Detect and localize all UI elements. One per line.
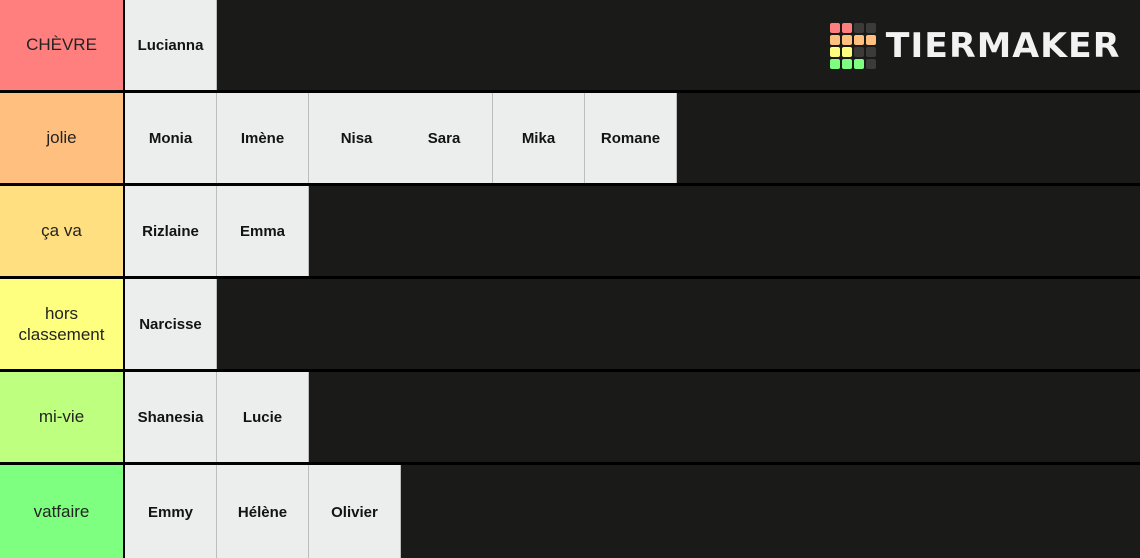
- tier-item-label: Nisa: [340, 129, 373, 147]
- logo-swatch-5: [841, 35, 852, 45]
- logo-swatch-12: [829, 59, 840, 69]
- logo-swatch-15: [865, 59, 876, 69]
- logo-swatch-8: [829, 47, 840, 57]
- tier-row-empty-area[interactable]: [401, 465, 1140, 558]
- logo-swatch-2: [853, 23, 864, 33]
- tier-items: Rizlaine Emma: [125, 186, 1140, 276]
- tier-row: vatfaire Emmy Hélène Olivier: [0, 465, 1140, 558]
- tier-items: Shanesia Lucie: [125, 372, 1140, 462]
- tiermaker-logo: TIERMAKER: [829, 18, 1121, 74]
- logo-swatch-4: [829, 35, 840, 45]
- tier-item[interactable]: Emma: [217, 186, 309, 276]
- tier-rows: CHÈVRE Lucianna jolie Monia Imène Nisa Sara Mik…: [0, 0, 1140, 558]
- logo-swatch-3: [865, 23, 876, 33]
- tier-row: hors classement Narcisse: [0, 279, 1140, 372]
- tier-item[interactable]: Imène: [217, 93, 309, 183]
- tier-item[interactable]: Romane: [585, 93, 677, 183]
- tier-item[interactable]: Narcisse: [125, 279, 217, 369]
- tier-item[interactable]: Lucianna: [125, 0, 217, 90]
- tier-item[interactable]: Lucie: [217, 372, 309, 462]
- tier-row: mi-vie Shanesia Lucie: [0, 372, 1140, 465]
- logo-swatch-14: [853, 59, 864, 69]
- tiermaker-logo-grid: [829, 23, 876, 69]
- tier-item[interactable]: Shanesia: [125, 372, 217, 462]
- tier-label[interactable]: jolie: [0, 93, 125, 183]
- tiermaker-wordmark: TIERMAKER: [885, 26, 1121, 66]
- tier-item[interactable]: Monia: [125, 93, 217, 183]
- logo-swatch-6: [853, 35, 864, 45]
- logo-swatch-7: [865, 35, 876, 45]
- tier-label[interactable]: CHÈVRE: [0, 0, 125, 90]
- tier-item[interactable]: Emmy: [125, 465, 217, 558]
- logo-swatch-11: [865, 47, 876, 57]
- tier-label[interactable]: vatfaire: [0, 465, 125, 558]
- tier-row-empty-area[interactable]: [309, 186, 1140, 276]
- tier-row-empty-area[interactable]: [677, 93, 1140, 183]
- tier-item-label: Sara: [427, 129, 461, 147]
- tier-items: Monia Imène Nisa Sara Mika Romane: [125, 93, 1140, 183]
- logo-swatch-0: [829, 23, 840, 33]
- logo-swatch-9: [841, 47, 852, 57]
- tier-item[interactable]: Rizlaine: [125, 186, 217, 276]
- logo-swatch-10: [853, 47, 864, 57]
- tier-label[interactable]: ça va: [0, 186, 125, 276]
- logo-swatch-13: [841, 59, 852, 69]
- tier-items: Narcisse: [125, 279, 1140, 369]
- tier-row: jolie Monia Imène Nisa Sara Mika Romane: [0, 93, 1140, 186]
- tier-item[interactable]: Olivier: [309, 465, 401, 558]
- tier-item[interactable]: Mika: [493, 93, 585, 183]
- tier-row-empty-area[interactable]: [309, 372, 1140, 462]
- tier-list-board: TIERMAKER CHÈVRE Lucianna jolie Monia Imène N…: [0, 0, 1140, 558]
- tier-item[interactable]: Hélène: [217, 465, 309, 558]
- tier-label[interactable]: mi-vie: [0, 372, 125, 462]
- tier-item[interactable]: Nisa Sara: [309, 93, 493, 183]
- tier-items: Emmy Hélène Olivier: [125, 465, 1140, 558]
- tier-label[interactable]: hors classement: [0, 279, 125, 369]
- logo-swatch-1: [841, 23, 852, 33]
- tier-row-empty-area[interactable]: [217, 279, 1140, 369]
- tier-row: ça va Rizlaine Emma: [0, 186, 1140, 279]
